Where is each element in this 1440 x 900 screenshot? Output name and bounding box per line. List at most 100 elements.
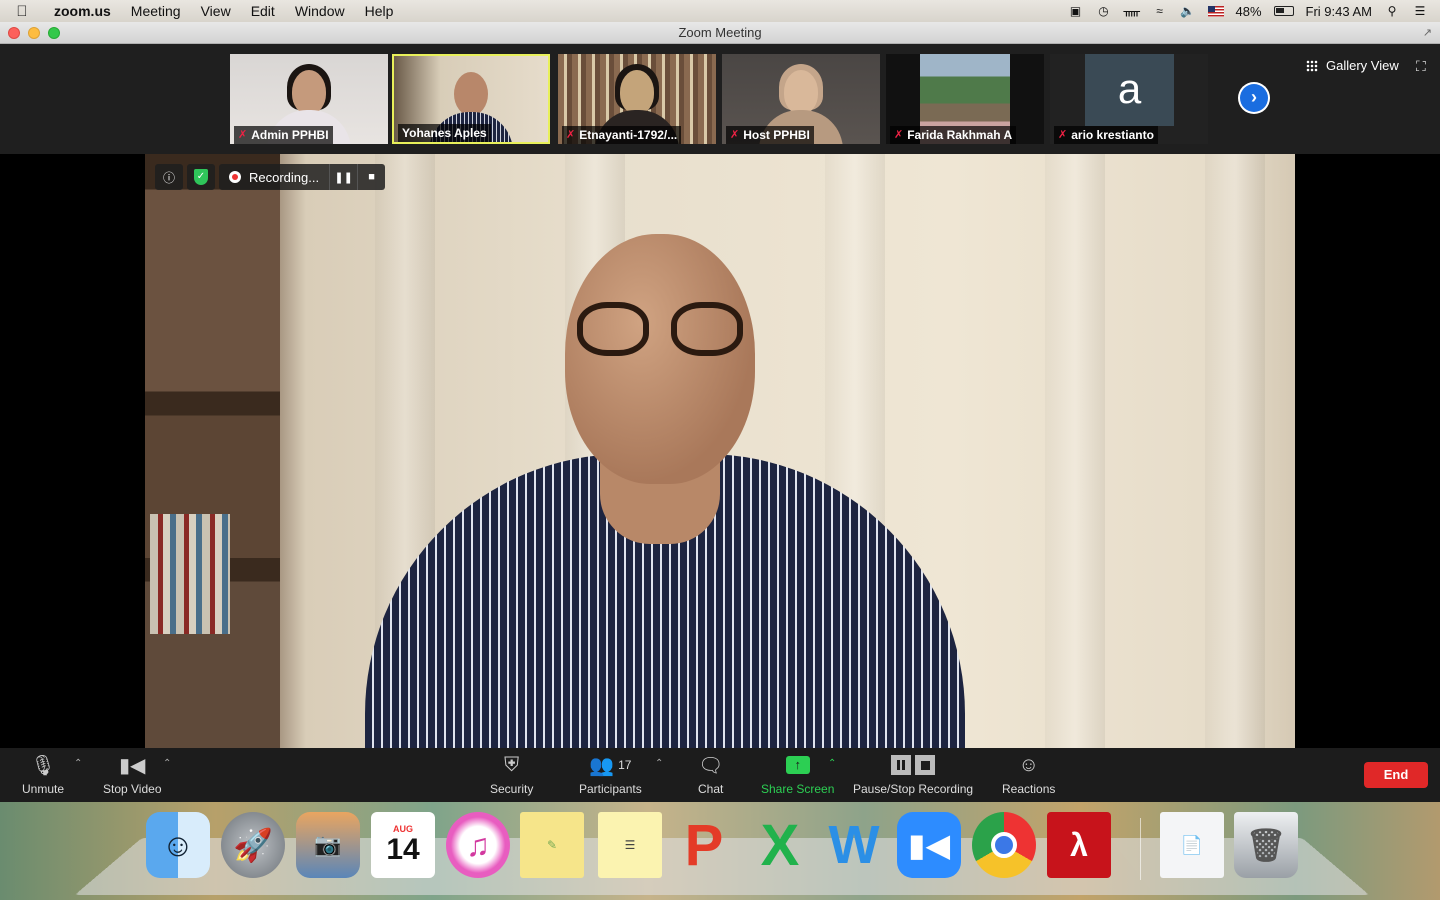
participant-thumb-2[interactable]: ✗ Etnayanti-1792/...: [558, 54, 716, 144]
record-dot-icon: [229, 171, 241, 183]
video-camera-icon: ▮◀: [119, 754, 146, 777]
pause-icon: ❚❚: [334, 171, 353, 184]
share-screen-icon: ↑: [785, 756, 810, 774]
menu-app-zoom[interactable]: zoom.us: [44, 3, 121, 19]
zoom-icon[interactable]: ▮◀: [897, 812, 961, 878]
recording-label: Recording...: [249, 169, 320, 185]
menu-meeting[interactable]: Meeting: [121, 3, 191, 19]
launchpad-icon[interactable]: 🚀: [221, 812, 285, 878]
chrome-icon[interactable]: [972, 812, 1036, 878]
bluetooth-icon[interactable]: ᚅ: [1124, 4, 1140, 18]
window-title: Zoom Meeting: [678, 25, 762, 40]
participant-name-tag: ✗ Etnayanti-1792/...: [562, 126, 682, 144]
mic-muted-icon: ✗: [1058, 129, 1068, 141]
participant-thumb-3[interactable]: ✗ Host PPHBI: [722, 54, 880, 144]
participant-name: ario krestianto: [1071, 128, 1154, 142]
encryption-button[interactable]: ✓: [187, 164, 215, 190]
participants-options-caret-icon[interactable]: ⌃: [655, 758, 663, 769]
input-source-flag-icon[interactable]: [1207, 5, 1224, 17]
spotlight-search-icon[interactable]: ⚲: [1384, 4, 1400, 18]
menu-view[interactable]: View: [191, 3, 241, 19]
curtain-fold: [1045, 154, 1105, 748]
apple-icon[interactable]: : [0, 3, 44, 20]
battery-icon[interactable]: [1273, 6, 1294, 16]
participant-thumb-4[interactable]: ✗ Farida Rakhmah A: [886, 54, 1044, 144]
participant-face: [784, 70, 818, 114]
status-area: ▣ ◷ ᚅ ≈ 🔈 48% Fri 9:43 AM ⚲ ☰: [1068, 4, 1440, 19]
mic-muted-icon: ✗: [894, 129, 904, 141]
menu-clock[interactable]: Fri 9:43 AM: [1306, 4, 1372, 19]
zoom-status-icon[interactable]: ▣: [1068, 4, 1084, 18]
pause-recording-button[interactable]: ❚❚: [329, 164, 357, 190]
notes-icon[interactable]: ☰: [598, 812, 662, 878]
security-label: Security: [490, 782, 534, 796]
participant-avatar-letter: a: [1085, 54, 1174, 126]
photos-icon[interactable]: 📷: [296, 812, 360, 878]
stop-icon: ■: [368, 171, 375, 183]
pause-stop-recording-button[interactable]: Pause/Stop Recording: [853, 752, 973, 796]
participant-name: Farida Rakhmah A: [907, 128, 1013, 142]
recording-status: Recording...: [219, 170, 329, 185]
participants-count: 17: [618, 758, 632, 772]
reactions-label: Reactions: [1002, 782, 1056, 796]
participant-name-tag: ✗ Farida Rakhmah A: [890, 126, 1017, 144]
stickies-icon[interactable]: ✎: [520, 812, 584, 878]
participants-button[interactable]: 👥 17 Participants: [579, 752, 642, 797]
menu-bar:  zoom.us Meeting View Edit Window Help …: [0, 0, 1440, 22]
recording-indicator: Recording... ❚❚ ■: [219, 164, 386, 190]
notification-center-icon[interactable]: ☰: [1412, 4, 1428, 18]
powerpoint-icon[interactable]: P: [672, 812, 736, 878]
time-machine-icon[interactable]: ◷: [1096, 4, 1112, 18]
gallery-view-label: Gallery View: [1326, 58, 1399, 73]
fullscreen-icon[interactable]: ⛶: [1416, 58, 1426, 75]
meeting-info-button[interactable]: ⓘ: [155, 164, 183, 190]
participant-name: Yohanes Aples: [402, 126, 487, 140]
participant-face: [620, 70, 654, 114]
chevron-right-icon: ›: [1240, 84, 1268, 112]
video-options-caret-icon[interactable]: ⌃: [163, 758, 171, 769]
participant-face: [292, 70, 326, 114]
itunes-icon[interactable]: ♫: [446, 812, 510, 878]
trash-icon[interactable]: 🗑: [1234, 812, 1298, 878]
participant-name: Etnayanti-1792/...: [579, 128, 678, 142]
reactions-button[interactable]: ☺ Reactions: [1002, 752, 1056, 797]
acrobat-icon[interactable]: λ: [1047, 812, 1111, 878]
menu-help[interactable]: Help: [355, 3, 404, 19]
participant-face: [454, 72, 488, 116]
thumbnail-strip: ✗ Admin PPHBI Yohanes Aples ✗ Etnayanti-…: [0, 44, 1440, 154]
end-meeting-button[interactable]: End: [1364, 762, 1428, 788]
next-page-button[interactable]: ›: [1238, 82, 1270, 114]
excel-icon[interactable]: X: [748, 812, 812, 878]
chat-button[interactable]: 🗨 Chat: [698, 752, 723, 797]
smiley-plus-icon: ☺: [1018, 753, 1039, 776]
gallery-view-button[interactable]: Gallery View: [1306, 58, 1399, 73]
participant-name-tag: Yohanes Aples: [398, 124, 491, 142]
share-options-caret-icon[interactable]: ⌃: [828, 758, 836, 769]
meeting-controls: 🎙 Unmute ⌃ ▮◀ Stop Video ⌃ ⛨ Security 👥 1…: [0, 748, 1440, 802]
participant-thumb-0[interactable]: ✗ Admin PPHBI: [230, 54, 388, 144]
menu-window[interactable]: Window: [285, 3, 355, 19]
mic-muted-icon: 🎙: [30, 754, 56, 777]
word-icon[interactable]: W: [822, 812, 886, 878]
participant-thumb-1[interactable]: Yohanes Aples: [392, 54, 550, 144]
volume-icon[interactable]: 🔈: [1180, 4, 1196, 18]
stop-icon: [915, 755, 936, 775]
unmute-button[interactable]: 🎙 Unmute: [22, 752, 64, 797]
audio-options-caret-icon[interactable]: ⌃: [74, 758, 82, 769]
info-icon: ⓘ: [162, 170, 175, 185]
finder-icon[interactable]: ☺: [146, 812, 210, 878]
calendar-icon[interactable]: AUG 14: [371, 812, 435, 878]
shield-icon: ⛨: [504, 753, 520, 776]
resize-icon[interactable]: ↗: [1423, 26, 1432, 39]
stop-video-button[interactable]: ▮◀ Stop Video: [103, 752, 162, 797]
security-button[interactable]: ⛨ Security: [490, 752, 534, 797]
share-screen-label: Share Screen: [761, 782, 835, 796]
window-titlebar: Zoom Meeting ↗: [0, 22, 1440, 44]
stop-recording-button[interactable]: ■: [357, 164, 385, 190]
share-screen-button[interactable]: ↑ Share Screen: [761, 752, 834, 796]
speaker-glasses: [577, 302, 747, 358]
grid-icon: [1306, 59, 1318, 72]
wifi-icon[interactable]: ≈: [1152, 4, 1168, 18]
menu-edit[interactable]: Edit: [241, 3, 285, 19]
document-icon[interactable]: 📄: [1160, 812, 1224, 878]
